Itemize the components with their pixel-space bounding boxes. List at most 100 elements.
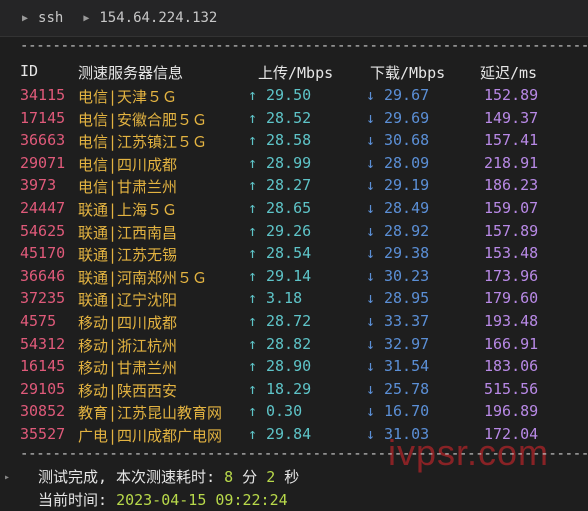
upload-value: 28.72 — [266, 312, 312, 330]
row-id: 37235 — [20, 289, 66, 308]
table-row: 54312 移动|浙江杭州 ↑ 28.82 ↓ 32.97 166.91 — [0, 335, 588, 357]
header-id: ID — [20, 62, 39, 80]
row-latency: 179.60 — [484, 289, 539, 308]
download-value: 29.69 — [384, 108, 430, 127]
arrow-up-icon: ↑ — [248, 312, 258, 330]
row-node: 电信|甘肃兰州 — [78, 178, 178, 197]
download-value: 30.23 — [384, 266, 430, 285]
table-row: 45170 联通|江苏无锡 ↑ 28.54 ↓ 29.38 153.48 — [0, 244, 588, 266]
table-row: 30852 教育|江苏昆山教育网 ↑ 0.30 ↓ 16.70 196.89 — [0, 402, 588, 424]
row-upload: ↑ 28.58 — [248, 131, 311, 149]
row-node: 联通|辽宁沈阳 — [78, 291, 178, 310]
upload-value: 29.84 — [266, 425, 312, 443]
table-row: 54625 联通|江西南昌 ↑ 29.26 ↓ 28.92 157.89 — [0, 222, 588, 244]
elapsed-minutes: 8 — [224, 468, 234, 486]
header-latency: 延迟/ms — [480, 64, 538, 82]
upload-value: 0.30 — [266, 402, 303, 421]
row-id: 54312 — [20, 334, 66, 353]
row-upload: ↑ 29.50 — [248, 86, 311, 104]
chevron-right-icon: ▶ — [83, 12, 90, 24]
row-node: 广电|四川成都广电网 — [78, 427, 223, 445]
arrow-up-icon: ↑ — [248, 86, 258, 104]
row-node: 联通|江西南昌 — [78, 223, 178, 242]
row-download: ↓ 28.09 — [366, 154, 429, 172]
row-id: 36646 — [20, 266, 66, 285]
row-id: 34115 — [20, 86, 66, 104]
row-node: 电信|四川成都 — [78, 155, 178, 174]
row-latency: 173.96 — [484, 266, 539, 285]
table-row: 34115 电信|天津５Ｇ ↑ 29.50 ↓ 29.67 152.89 — [0, 86, 588, 108]
title-bar: ▶ ssh ▶ 154.64.224.132 — [0, 0, 588, 37]
divider-top: ----------------------------------------… — [20, 38, 588, 54]
download-value: 28.09 — [384, 153, 430, 172]
seconds-unit: 秒 — [275, 468, 300, 486]
done-message: 测试完成, 本次测速耗时: 8 分 2 秒 — [38, 466, 299, 487]
table-header: ID 测速服务器信息 上传/Mbps 下载/Mbps 延迟/ms — [0, 62, 588, 84]
row-upload: ↑ 29.84 — [248, 425, 311, 443]
row-id: 16145 — [20, 357, 66, 376]
download-value: 16.70 — [384, 402, 430, 421]
arrow-down-icon: ↓ — [366, 289, 376, 308]
header-download: 下载/Mbps — [370, 64, 446, 82]
row-latency: 157.89 — [484, 221, 539, 240]
row-latency: 149.37 — [484, 108, 539, 127]
row-download: ↓ 32.97 — [366, 335, 429, 353]
table-row: 4575 移动|四川成都 ↑ 28.72 ↓ 33.37 193.48 — [0, 312, 588, 334]
row-download: ↓ 29.67 — [366, 86, 429, 104]
row-download: ↓ 30.23 — [366, 267, 429, 285]
row-node: 电信|天津５Ｇ — [78, 88, 178, 106]
table-row: 3973 电信|甘肃兰州 ↑ 28.27 ↓ 29.19 186.23 — [0, 176, 588, 198]
upload-value: 18.29 — [266, 379, 312, 398]
table-row: 29071 电信|四川成都 ↑ 28.99 ↓ 28.09 218.91 — [0, 154, 588, 176]
breadcrumb-shell[interactable]: ssh — [38, 10, 63, 26]
upload-value: 3.18 — [266, 289, 303, 308]
upload-value: 28.82 — [266, 334, 312, 353]
upload-value: 28.54 — [266, 244, 312, 263]
arrow-up-icon: ↑ — [248, 199, 258, 217]
arrow-down-icon: ↓ — [366, 108, 376, 127]
arrow-up-icon: ↑ — [248, 289, 258, 308]
row-upload: ↑ 28.82 — [248, 335, 311, 353]
row-download: ↓ 25.78 — [366, 380, 429, 398]
upload-value: 29.50 — [266, 86, 312, 104]
row-node: 移动|甘肃兰州 — [78, 359, 178, 378]
arrow-up-icon: ↑ — [248, 244, 258, 263]
row-upload: ↑ 28.99 — [248, 154, 311, 172]
row-upload: ↑ 29.26 — [248, 222, 311, 240]
row-id: 36663 — [20, 131, 66, 150]
current-time: 当前时间: 2023-04-15 09:22:24 — [38, 489, 288, 510]
row-latency: 166.91 — [484, 334, 539, 353]
row-node: 移动|浙江杭州 — [78, 336, 178, 355]
breadcrumb-host[interactable]: 154.64.224.132 — [99, 10, 217, 26]
row-download: ↓ 30.68 — [366, 131, 429, 149]
row-node: 移动|陕西西安 — [78, 381, 178, 400]
download-value: 29.67 — [384, 86, 430, 104]
minutes-unit: 分 — [233, 468, 267, 486]
row-latency: 157.41 — [484, 131, 539, 150]
row-id: 54625 — [20, 221, 66, 240]
elapsed-seconds: 2 — [266, 468, 276, 486]
row-upload: ↑ 18.29 — [248, 380, 311, 398]
arrow-up-icon: ↑ — [248, 379, 258, 398]
row-download: ↓ 31.54 — [366, 357, 429, 375]
row-node: 移动|四川成都 — [78, 314, 178, 332]
row-download: ↓ 29.69 — [366, 109, 429, 127]
upload-value: 28.65 — [266, 199, 312, 217]
arrow-down-icon: ↓ — [366, 402, 376, 421]
row-latency: 153.48 — [484, 244, 539, 263]
arrow-down-icon: ↓ — [366, 176, 376, 195]
row-id: 30852 — [20, 402, 66, 421]
row-upload: ↑ 0.30 — [248, 402, 302, 420]
arrow-down-icon: ↓ — [366, 153, 376, 172]
row-id: 29071 — [20, 153, 66, 172]
row-node: 联通|河南郑州５Ｇ — [78, 268, 208, 287]
row-id: 35527 — [20, 425, 66, 443]
arrow-down-icon: ↓ — [366, 312, 376, 330]
table-row: 24447 联通|上海５Ｇ ↑ 28.65 ↓ 28.49 159.07 — [0, 199, 588, 221]
done-prefix: 测试完成, 本次测速耗时: — [38, 468, 225, 486]
row-upload: ↑ 28.27 — [248, 176, 311, 194]
row-node: 电信|江苏镇江５Ｇ — [78, 133, 208, 152]
download-value: 30.68 — [384, 131, 430, 150]
table-row: 17145 电信|安徽合肥５Ｇ ↑ 28.52 ↓ 29.69 149.37 — [0, 109, 588, 131]
arrow-down-icon: ↓ — [366, 334, 376, 353]
